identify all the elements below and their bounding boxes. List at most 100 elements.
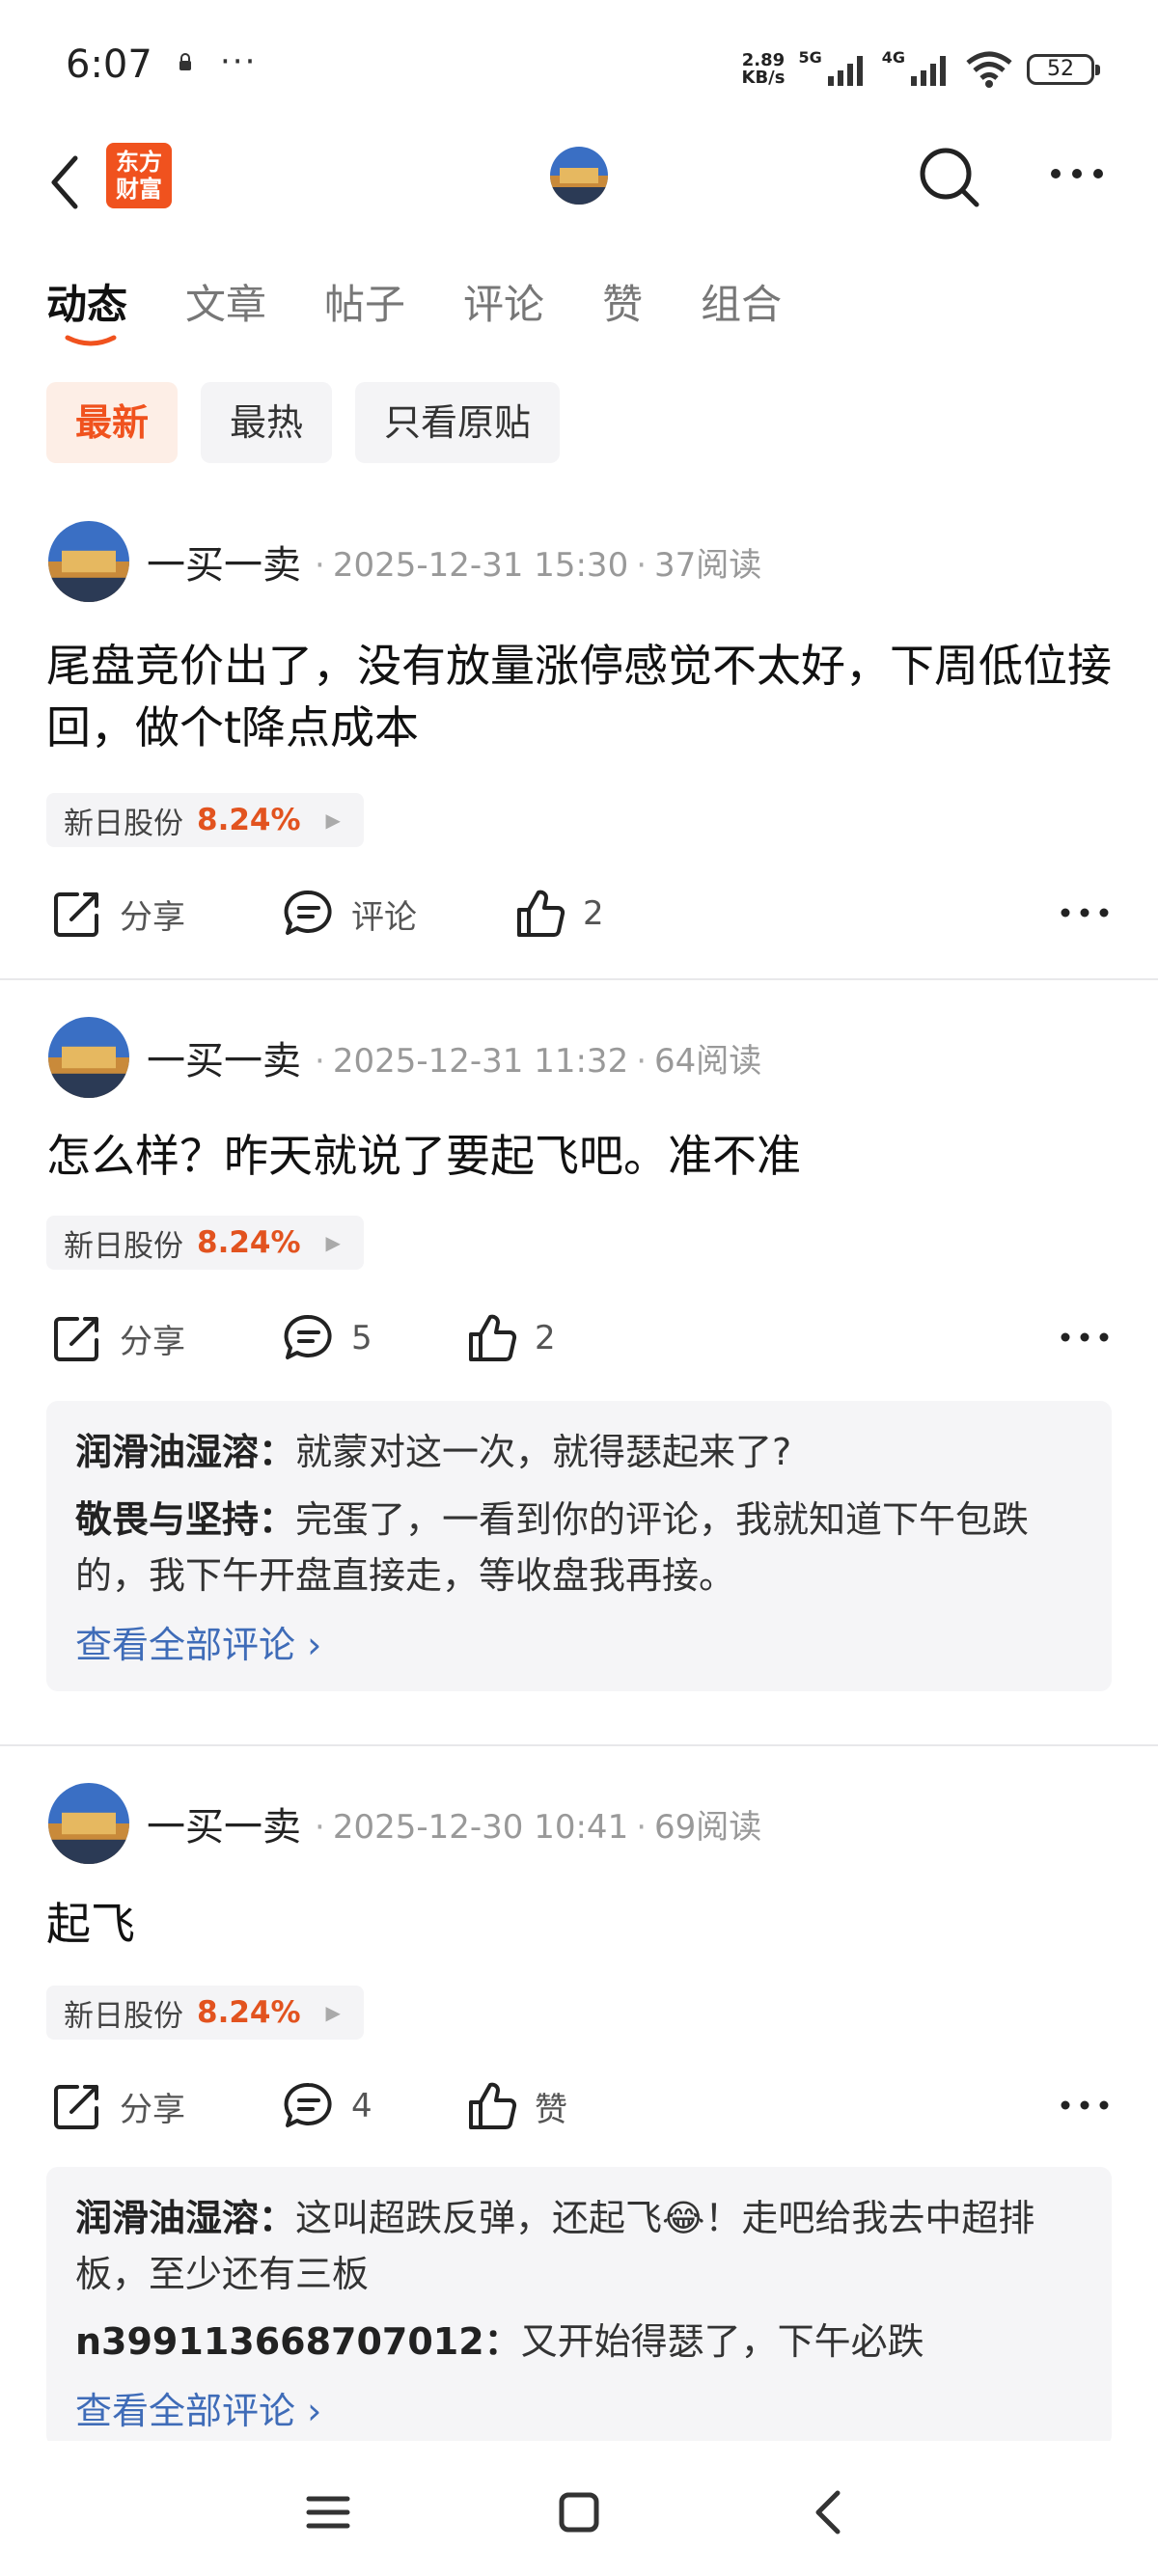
status-bar: 6:07 ··· 2.89 KB/s 5G 4G 52	[0, 0, 1158, 135]
stock-name: 新日股份	[64, 806, 183, 841]
comment-button[interactable]: 5	[282, 1304, 372, 1372]
stock-tag[interactable]: 新日股份 8.24% ▶	[46, 1986, 364, 2040]
author-name[interactable]: 一买一卖	[147, 534, 301, 589]
stock-change: 8.24%	[197, 1225, 301, 1260]
comment-button[interactable]: 评论	[282, 880, 417, 947]
post-card: 一买一卖 · 2025-12-31 15:30 · 37阅读 尾盘竞价出了，没有放量涨…	[0, 521, 1158, 974]
avatar-image	[550, 147, 608, 205]
filter-chips: 最新 最热 只看原贴	[46, 382, 561, 463]
comment-author: 润滑油湿溶：	[75, 2197, 296, 2239]
avatar[interactable]	[48, 1783, 129, 1864]
comment-text: 就蒙对这一次，就得瑟起来了?	[295, 1431, 792, 1473]
comment-icon	[284, 1314, 332, 1359]
post-actions: 分享 4 赞	[50, 2072, 1112, 2140]
tab-likes[interactable]: 赞	[602, 272, 643, 331]
more-options-icon[interactable]	[1058, 1318, 1112, 1357]
share-button[interactable]: 分享	[50, 2072, 185, 2140]
post-actions: 分享 5 2	[50, 1304, 1112, 1372]
arrow-right-icon: ▶	[325, 1231, 341, 1254]
profile-avatar[interactable]	[550, 147, 608, 205]
signal-5g-label: 5G	[798, 48, 822, 67]
signal-icon-2	[911, 56, 946, 86]
tab-posts[interactable]: 帖子	[324, 272, 405, 331]
tab-portfolio[interactable]: 组合	[701, 272, 782, 331]
more-options-icon[interactable]	[1058, 893, 1112, 932]
comment-item[interactable]: n399113668707012：又开始得瑟了，下午必跌	[75, 2314, 1083, 2370]
divider	[0, 978, 1158, 980]
share-button[interactable]: 分享	[50, 1304, 185, 1372]
signal-4g-label: 4G	[881, 48, 905, 67]
stock-tag[interactable]: 新日股份 8.24% ▶	[46, 793, 364, 847]
wifi-icon	[966, 51, 1012, 88]
read-count: 64阅读	[654, 1041, 762, 1081]
post-card: 一买一卖 · 2025-12-31 11:32 · 64阅读 怎么样？昨天就说了要起飞…	[0, 1017, 1158, 1721]
status-time: 6:07	[66, 42, 152, 87]
back-icon[interactable]	[801, 2483, 859, 2541]
post-card: 一买一卖 · 2025-12-30 10:41 · 69阅读 起飞 新日股份 8.24…	[0, 1783, 1158, 2447]
view-all-comments-link[interactable]: 查看全部评论 ›	[75, 2381, 1083, 2434]
more-options-icon[interactable]	[1046, 154, 1108, 193]
thumbs-up-icon	[469, 1314, 517, 1361]
tab-dynamic[interactable]: 动态	[46, 272, 127, 346]
like-button[interactable]: 2	[465, 1304, 556, 1372]
stock-tag[interactable]: 新日股份 8.24% ▶	[46, 1216, 364, 1270]
post-meta: · 2025-12-31 15:30 · 37阅读	[315, 545, 762, 585]
like-button[interactable]: 2	[513, 880, 604, 947]
system-nav-bar	[0, 2441, 1158, 2576]
comment-item[interactable]: 敬畏与坚持：完蛋了，一看到你的评论，我就知道下午包跌的，我下午开盘直接走，等收盘…	[75, 1492, 1083, 1603]
home-icon[interactable]	[550, 2483, 608, 2541]
author-name[interactable]: 一买一卖	[147, 1795, 301, 1851]
share-icon	[54, 2085, 98, 2129]
battery-indicator: 52	[1027, 54, 1100, 85]
author-name[interactable]: 一买一卖	[147, 1029, 301, 1085]
filter-latest[interactable]: 最新	[46, 382, 179, 463]
read-count: 69阅读	[654, 1807, 762, 1847]
filter-hottest[interactable]: 最热	[201, 382, 333, 463]
post-date: 2025-12-31 11:32	[332, 1041, 629, 1081]
comment-item[interactable]: 润滑油湿溶：就蒙对这一次，就得瑟起来了?	[75, 1424, 1083, 1480]
comment-preview: 润滑油湿溶：就蒙对这一次，就得瑟起来了? 敬畏与坚持：完蛋了，一看到你的评论，我…	[46, 1401, 1112, 1691]
post-text[interactable]: 起飞	[46, 1893, 1117, 1955]
thumbs-up-icon	[517, 890, 565, 937]
lock-icon	[179, 53, 191, 70]
search-icon[interactable]	[917, 145, 982, 210]
post-meta: · 2025-12-30 10:41 · 69阅读	[315, 1807, 762, 1847]
tab-active-indicator	[65, 335, 117, 346]
avatar[interactable]	[48, 521, 129, 602]
comment-author: n399113668707012：	[75, 2320, 521, 2363]
thumbs-up-icon	[469, 2082, 517, 2129]
share-button[interactable]: 分享	[50, 880, 185, 947]
comment-icon	[284, 890, 332, 935]
arrow-right-icon: ▶	[325, 2001, 341, 2024]
app-logo[interactable]: 东方 财富	[106, 143, 172, 208]
tab-comments[interactable]: 评论	[463, 272, 544, 331]
share-icon	[54, 1317, 98, 1361]
tab-articles[interactable]: 文章	[185, 272, 266, 331]
comment-icon	[284, 2082, 332, 2127]
like-button[interactable]: 赞	[465, 2072, 567, 2140]
comment-author: 敬畏与坚持：	[75, 1498, 296, 1541]
stock-name: 新日股份	[64, 1998, 183, 2034]
post-text[interactable]: 怎么样？昨天就说了要起飞吧。准不准	[46, 1125, 1117, 1187]
profile-tabs: 动态 文章 帖子 评论 赞 组合	[46, 272, 782, 346]
more-options-icon[interactable]	[1058, 2086, 1112, 2124]
view-all-comments-link[interactable]: 查看全部评论 ›	[75, 1615, 1083, 1668]
top-nav: 东方 财富	[0, 135, 1158, 241]
avatar[interactable]	[48, 1017, 129, 1098]
stock-change: 8.24%	[197, 1995, 301, 2030]
comment-button[interactable]: 4	[282, 2072, 372, 2140]
post-meta: · 2025-12-31 11:32 · 64阅读	[315, 1041, 762, 1081]
back-arrow-icon[interactable]	[42, 149, 91, 216]
arrow-right-icon: ▶	[325, 808, 341, 832]
divider	[0, 1744, 1158, 1746]
share-icon	[54, 892, 98, 937]
comment-item[interactable]: 润滑油湿溶：这叫超跌反弹，还起飞😂！走吧给我去中超排板，至少还有三板	[75, 2190, 1083, 2302]
stock-change: 8.24%	[197, 803, 301, 837]
filter-original-only[interactable]: 只看原贴	[355, 382, 561, 463]
notification-dots: ···	[220, 42, 258, 81]
post-actions: 分享 评论 2	[50, 880, 1112, 947]
post-text[interactable]: 尾盘竞价出了，没有放量涨停感觉不太好，下周低位接回，做个t降点成本	[46, 635, 1117, 758]
signal-icon	[827, 56, 863, 86]
comment-text: 又开始得瑟了，下午必跌	[520, 2320, 924, 2363]
menu-icon[interactable]	[299, 2483, 357, 2541]
